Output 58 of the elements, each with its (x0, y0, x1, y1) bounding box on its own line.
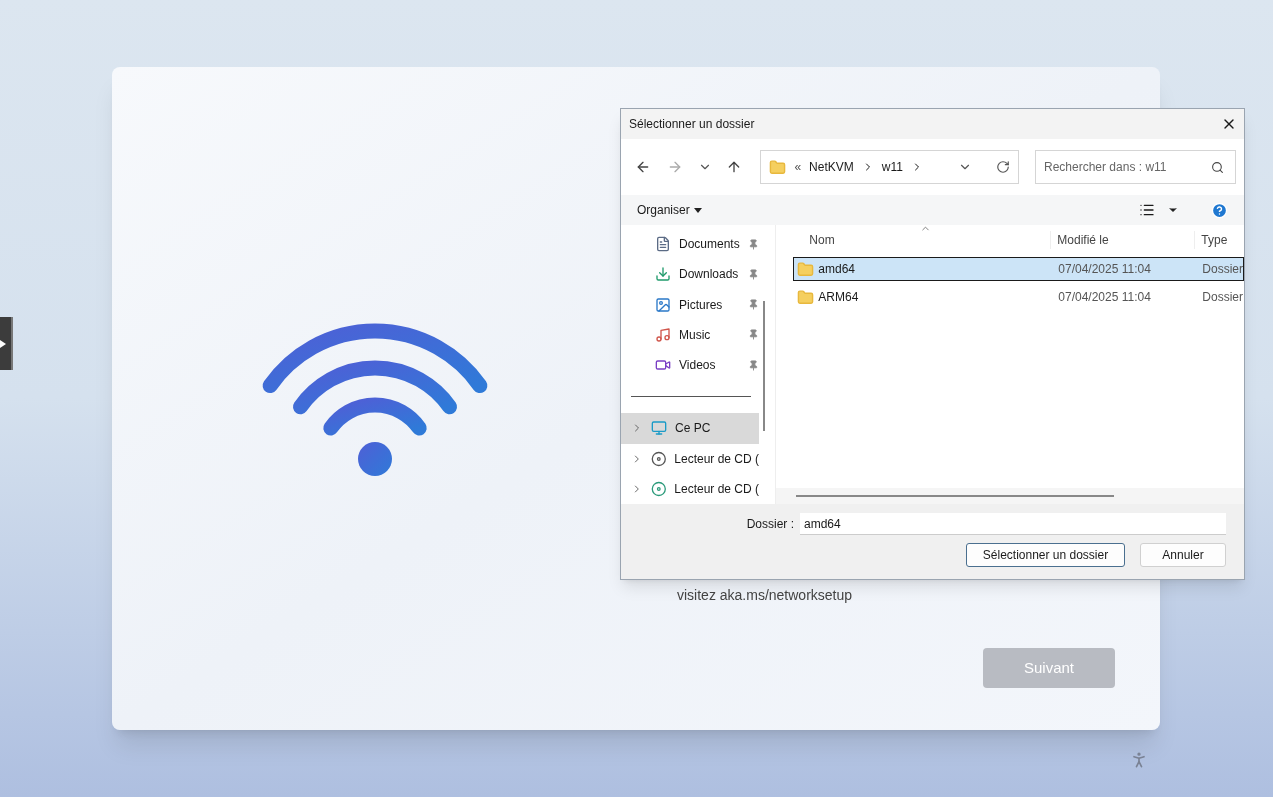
folder-name-field[interactable]: amd64 (800, 513, 1226, 535)
search-icon (1211, 161, 1224, 174)
field-label: Dossier : (746, 516, 794, 533)
folder-icon (797, 260, 815, 278)
help-icon[interactable] (1211, 201, 1228, 219)
nav-item-label: Downloads (679, 266, 739, 284)
scrollbar-thumb[interactable] (763, 301, 766, 431)
search-field[interactable]: Rechercher dans : w11 (1035, 150, 1236, 184)
nav-item-label: Pictures (679, 296, 723, 314)
side-panel-handle[interactable] (0, 317, 13, 370)
view-list-icon[interactable] (1139, 202, 1155, 218)
nav-item[interactable]: Documents (621, 229, 776, 260)
folder-icon (797, 288, 815, 306)
monitor-icon (651, 420, 667, 437)
nav-item-label: Lecteur de CD ( (674, 450, 759, 468)
disc-drive-icon (650, 480, 667, 497)
file-name: amd64 (818, 261, 855, 278)
file-type: Dossier (1201, 289, 1243, 306)
breadcrumb-item[interactable]: w11 (881, 158, 903, 176)
file-type: Dossier (1201, 261, 1243, 278)
nav-item-label: Lecteur de CD ( (674, 480, 759, 498)
horizontal-scrollbar-thumb[interactable] (796, 495, 1115, 497)
dialog-title: Sélectionner un dossier (629, 116, 755, 133)
document-icon (655, 236, 671, 253)
nav-item[interactable]: Pictures (621, 289, 776, 320)
download-icon (655, 266, 671, 283)
modified-date: 07/04/2025 11:04 (1057, 261, 1152, 278)
nav-item[interactable]: Lecteur de CD ( (621, 443, 759, 474)
disc-drive-icon (650, 450, 667, 467)
nav-item[interactable]: Videos (621, 350, 776, 381)
caret-icon (693, 207, 702, 213)
column-header[interactable]: Modifié le (1051, 231, 1196, 249)
file-row[interactable]: ARM64 07/04/2025 11:04 Dossier (793, 285, 1244, 309)
column-header[interactable]: Nom (776, 231, 1052, 249)
column-header[interactable]: Type (1195, 231, 1228, 249)
nav-item[interactable]: Lecteur de CD ( (621, 473, 759, 504)
organize-menu[interactable]: Organiser (637, 201, 702, 219)
address-bar[interactable]: « NetKVM w11 (760, 150, 1019, 184)
nav-item-label: Videos (679, 357, 716, 375)
select-folder-button[interactable]: Sélectionner un dossier (966, 543, 1125, 567)
file-row[interactable]: amd64 07/04/2025 11:04 Dossier (793, 257, 1244, 281)
modified-date: 07/04/2025 11:04 (1057, 289, 1152, 306)
music-note-icon (655, 326, 671, 343)
nav-item-label: Music (679, 326, 711, 344)
nav-item-label: Documents (679, 236, 740, 254)
nav-item[interactable]: Downloads (621, 259, 776, 290)
folder-icon (769, 158, 787, 176)
cancel-button[interactable]: Annuler (1140, 543, 1226, 567)
overflow-marker: « (794, 159, 802, 176)
nav-item[interactable]: Ce PC (621, 413, 759, 444)
breadcrumb-item[interactable]: NetKVM (809, 158, 854, 176)
nav-item[interactable]: Music (621, 319, 776, 350)
refresh-icon[interactable] (996, 160, 1010, 174)
nav-item-label: Ce PC (675, 420, 711, 438)
play-triangle-icon (0, 339, 6, 348)
file-name: ARM64 (818, 289, 859, 306)
hint-text: visitez aka.ms/networksetup (677, 586, 854, 605)
picture-icon (655, 296, 671, 313)
